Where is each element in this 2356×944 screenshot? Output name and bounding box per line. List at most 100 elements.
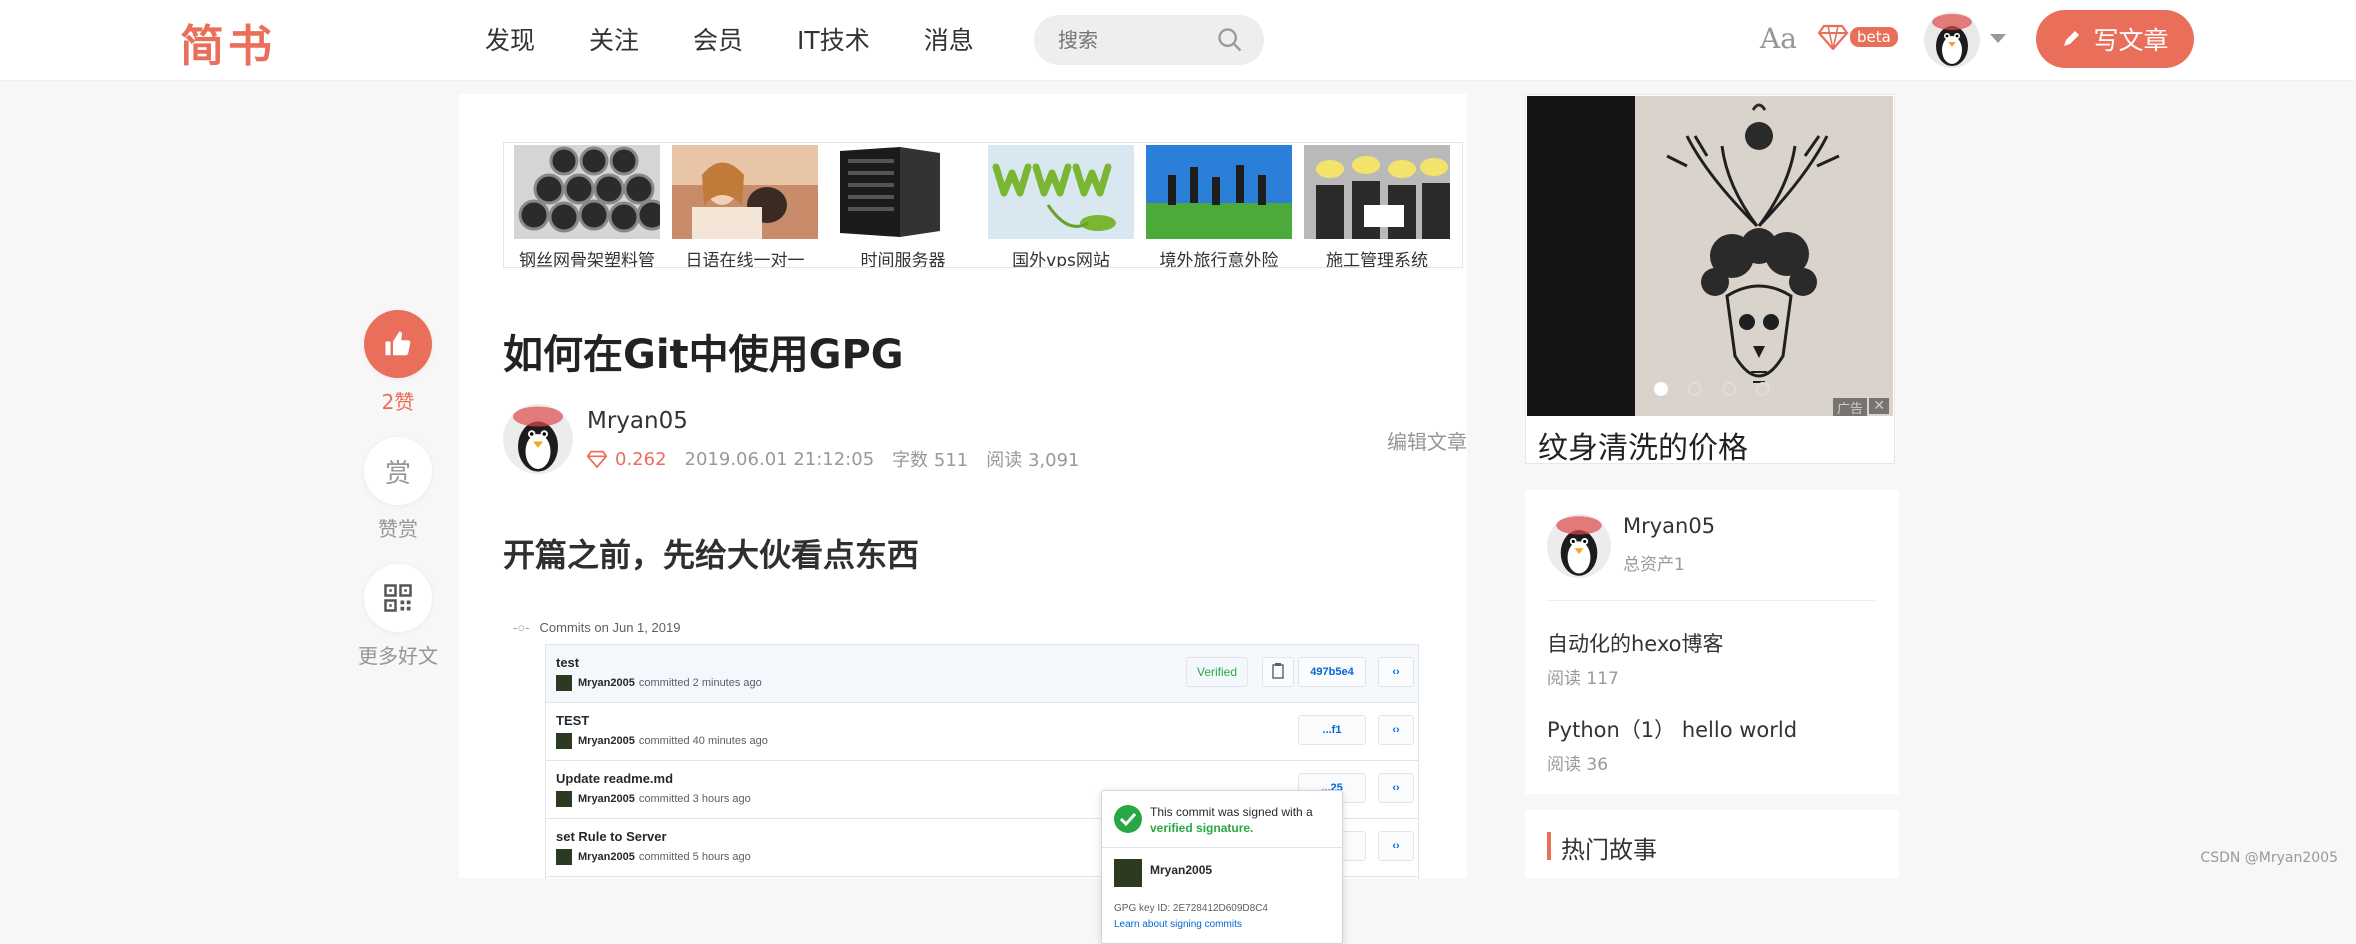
avatar [556, 675, 572, 691]
carousel-dot[interactable] [1654, 382, 1668, 396]
author-name[interactable]: Mryan05 [587, 408, 688, 434]
popover-line2: verified signature. [1150, 821, 1254, 835]
search-input[interactable] [1056, 27, 1210, 53]
hot-stories-section: 热门故事 [1525, 810, 1899, 878]
section-heading: 开篇之前，先给大伙看点东西 [503, 536, 920, 574]
carousel-dot[interactable] [1722, 382, 1736, 396]
commit-node-icon: -○- [513, 620, 530, 635]
image-ad-strip: 钢丝网骨架塑料管 日语在线一对一 时间服务器 国外vps网站 境外旅行意外险 施… [503, 142, 1463, 268]
ad-item[interactable]: 时间服务器 [828, 145, 978, 268]
thumbs-up-icon [385, 331, 411, 356]
commit-sha: ...f1 [1298, 715, 1366, 745]
beta-entry[interactable]: beta [1818, 24, 1898, 50]
nav-follow[interactable]: 关注 [589, 24, 639, 58]
carousel-dot[interactable] [1688, 382, 1702, 396]
avatar [556, 849, 572, 865]
reward-icon: 赏 [384, 458, 411, 489]
popover-user: Mryan2005 [1150, 863, 1213, 877]
author-avatar[interactable] [503, 404, 573, 474]
server-image [830, 145, 976, 239]
read-count: 阅读 3,091 [986, 450, 1080, 471]
verified-badge: Verified [1186, 657, 1248, 687]
commit-message: Update readme.md [556, 771, 674, 786]
font-size-toggle[interactable]: Aa [1760, 22, 1797, 55]
chevron-down-icon[interactable] [1990, 34, 2006, 43]
commit-message: TEST [556, 713, 590, 728]
author-article-link[interactable]: 自动化的hexo博客 [1547, 628, 1724, 658]
user-avatar[interactable] [1924, 12, 1980, 68]
people-image [672, 145, 818, 239]
ad-item[interactable]: 国外vps网站 [986, 145, 1136, 267]
browse-code-button: ‹› [1378, 773, 1414, 803]
travel-image [1146, 145, 1292, 239]
tattoo-image [1527, 96, 1893, 416]
search-box [1034, 15, 1264, 65]
author-card-name[interactable]: Mryan05 [1623, 514, 1715, 538]
signing-commits-link: Learn about signing commits [1114, 919, 1242, 930]
clipboard-icon [1272, 663, 1284, 679]
popover-line1: This commit was signed with a [1150, 805, 1313, 819]
pen-icon [2064, 31, 2080, 46]
carousel-dot[interactable] [1756, 382, 1770, 396]
commit-author: Mryan2005 committed 5 hours ago [556, 849, 751, 865]
steel-pipes-image [514, 145, 668, 239]
more-articles-label: 更多好文 [358, 644, 438, 668]
ad-item[interactable]: 日语在线一对一 [670, 145, 820, 268]
commit-author: Mryan2005 committed 40 minutes ago [556, 733, 768, 749]
close-icon[interactable]: ✕ [1869, 398, 1889, 414]
section-accent-bar [1547, 832, 1551, 860]
right-ad-caption[interactable]: 纹身清洗的价格 [1538, 423, 1748, 467]
beta-badge: beta [1850, 27, 1898, 47]
author-card-asset: 总资产1 [1623, 555, 1685, 575]
ad-caption: 时间服务器 [860, 251, 946, 268]
construction-image [1304, 145, 1450, 239]
author-article-reads: 阅读 36 [1547, 755, 1609, 775]
author-article-link[interactable]: Python（1） hello world [1547, 714, 1797, 744]
nav-messages[interactable]: 消息 [924, 24, 974, 58]
author-card-avatar[interactable] [1547, 514, 1611, 578]
commit-author: Mryan2005 committed 2 minutes ago [556, 675, 762, 691]
ad-badge: 广告 [1832, 398, 1867, 416]
like-count: 2赞 [381, 390, 415, 414]
article-panel: 钢丝网骨架塑料管 日语在线一对一 时间服务器 国外vps网站 境外旅行意外险 施… [459, 94, 1467, 944]
word-count: 字数 511 [892, 450, 969, 471]
tattoo-ad-image: 广告 ✕ [1527, 96, 1893, 416]
search-icon[interactable] [1216, 26, 1244, 54]
author-card: Mryan05 总资产1 自动化的hexo博客 阅读 117 Python（1）… [1525, 490, 1899, 794]
gpg-key-id: GPG key ID: 2E728412D609D8C4 [1114, 903, 1268, 914]
diamond-icon [1818, 24, 1848, 50]
github-commits-screenshot: -○- Commits on Jun 1, 2019 test Mryan2005… [513, 606, 1419, 944]
nav-discover[interactable]: 发现 [485, 24, 535, 58]
browse-code-button: ‹› [1378, 657, 1414, 687]
nav-membership[interactable]: 会员 [693, 24, 743, 58]
ad-caption: 日语在线一对一 [685, 251, 805, 268]
right-ad-banner[interactable]: 广告 ✕ 纹身清洗的价格 [1525, 94, 1895, 467]
ad-caption: 境外旅行意外险 [1159, 251, 1279, 268]
nav-it-tech[interactable]: IT技术 [797, 24, 870, 58]
diamond-icon [587, 450, 607, 468]
copy-sha-button [1262, 657, 1294, 687]
reward-button[interactable]: 赏 [364, 437, 432, 505]
ad-item[interactable]: 施工管理系统 [1302, 145, 1452, 268]
article-meta: 0.262 2019.06.01 21:12:05 字数 511 阅读 3,09… [587, 446, 1098, 472]
penguin-avatar-icon [513, 406, 563, 472]
qr-code-icon [384, 584, 412, 612]
commits-date-header: -○- Commits on Jun 1, 2019 [513, 620, 681, 635]
signature-popover: This commit was signed with a verified s… [1101, 790, 1343, 944]
ad-item[interactable]: 钢丝网骨架塑料管 [512, 145, 668, 267]
jianshu-logo[interactable]: 简书 [180, 10, 276, 74]
edit-article-link[interactable]: 编辑文章 [1387, 426, 1467, 455]
avatar [556, 733, 572, 749]
more-articles-button[interactable] [364, 564, 432, 632]
avatar [1114, 859, 1142, 887]
check-icon [1114, 805, 1142, 833]
commit-row: TEST Mryan2005 committed 40 minutes ago .… [546, 703, 1418, 761]
like-button[interactable] [364, 310, 432, 378]
csdn-watermark: CSDN @Mryan2005 [2200, 850, 2338, 866]
ad-item[interactable]: 境外旅行意外险 [1144, 145, 1294, 268]
commit-author: Mryan2005 committed 3 hours ago [556, 791, 751, 807]
commit-row: test Mryan2005 committed 2 minutes ago Ve… [546, 645, 1418, 703]
write-article-button[interactable]: 写文章 [2036, 10, 2194, 68]
ad-caption: 施工管理系统 [1326, 251, 1428, 268]
browse-code-button: ‹› [1378, 831, 1414, 861]
